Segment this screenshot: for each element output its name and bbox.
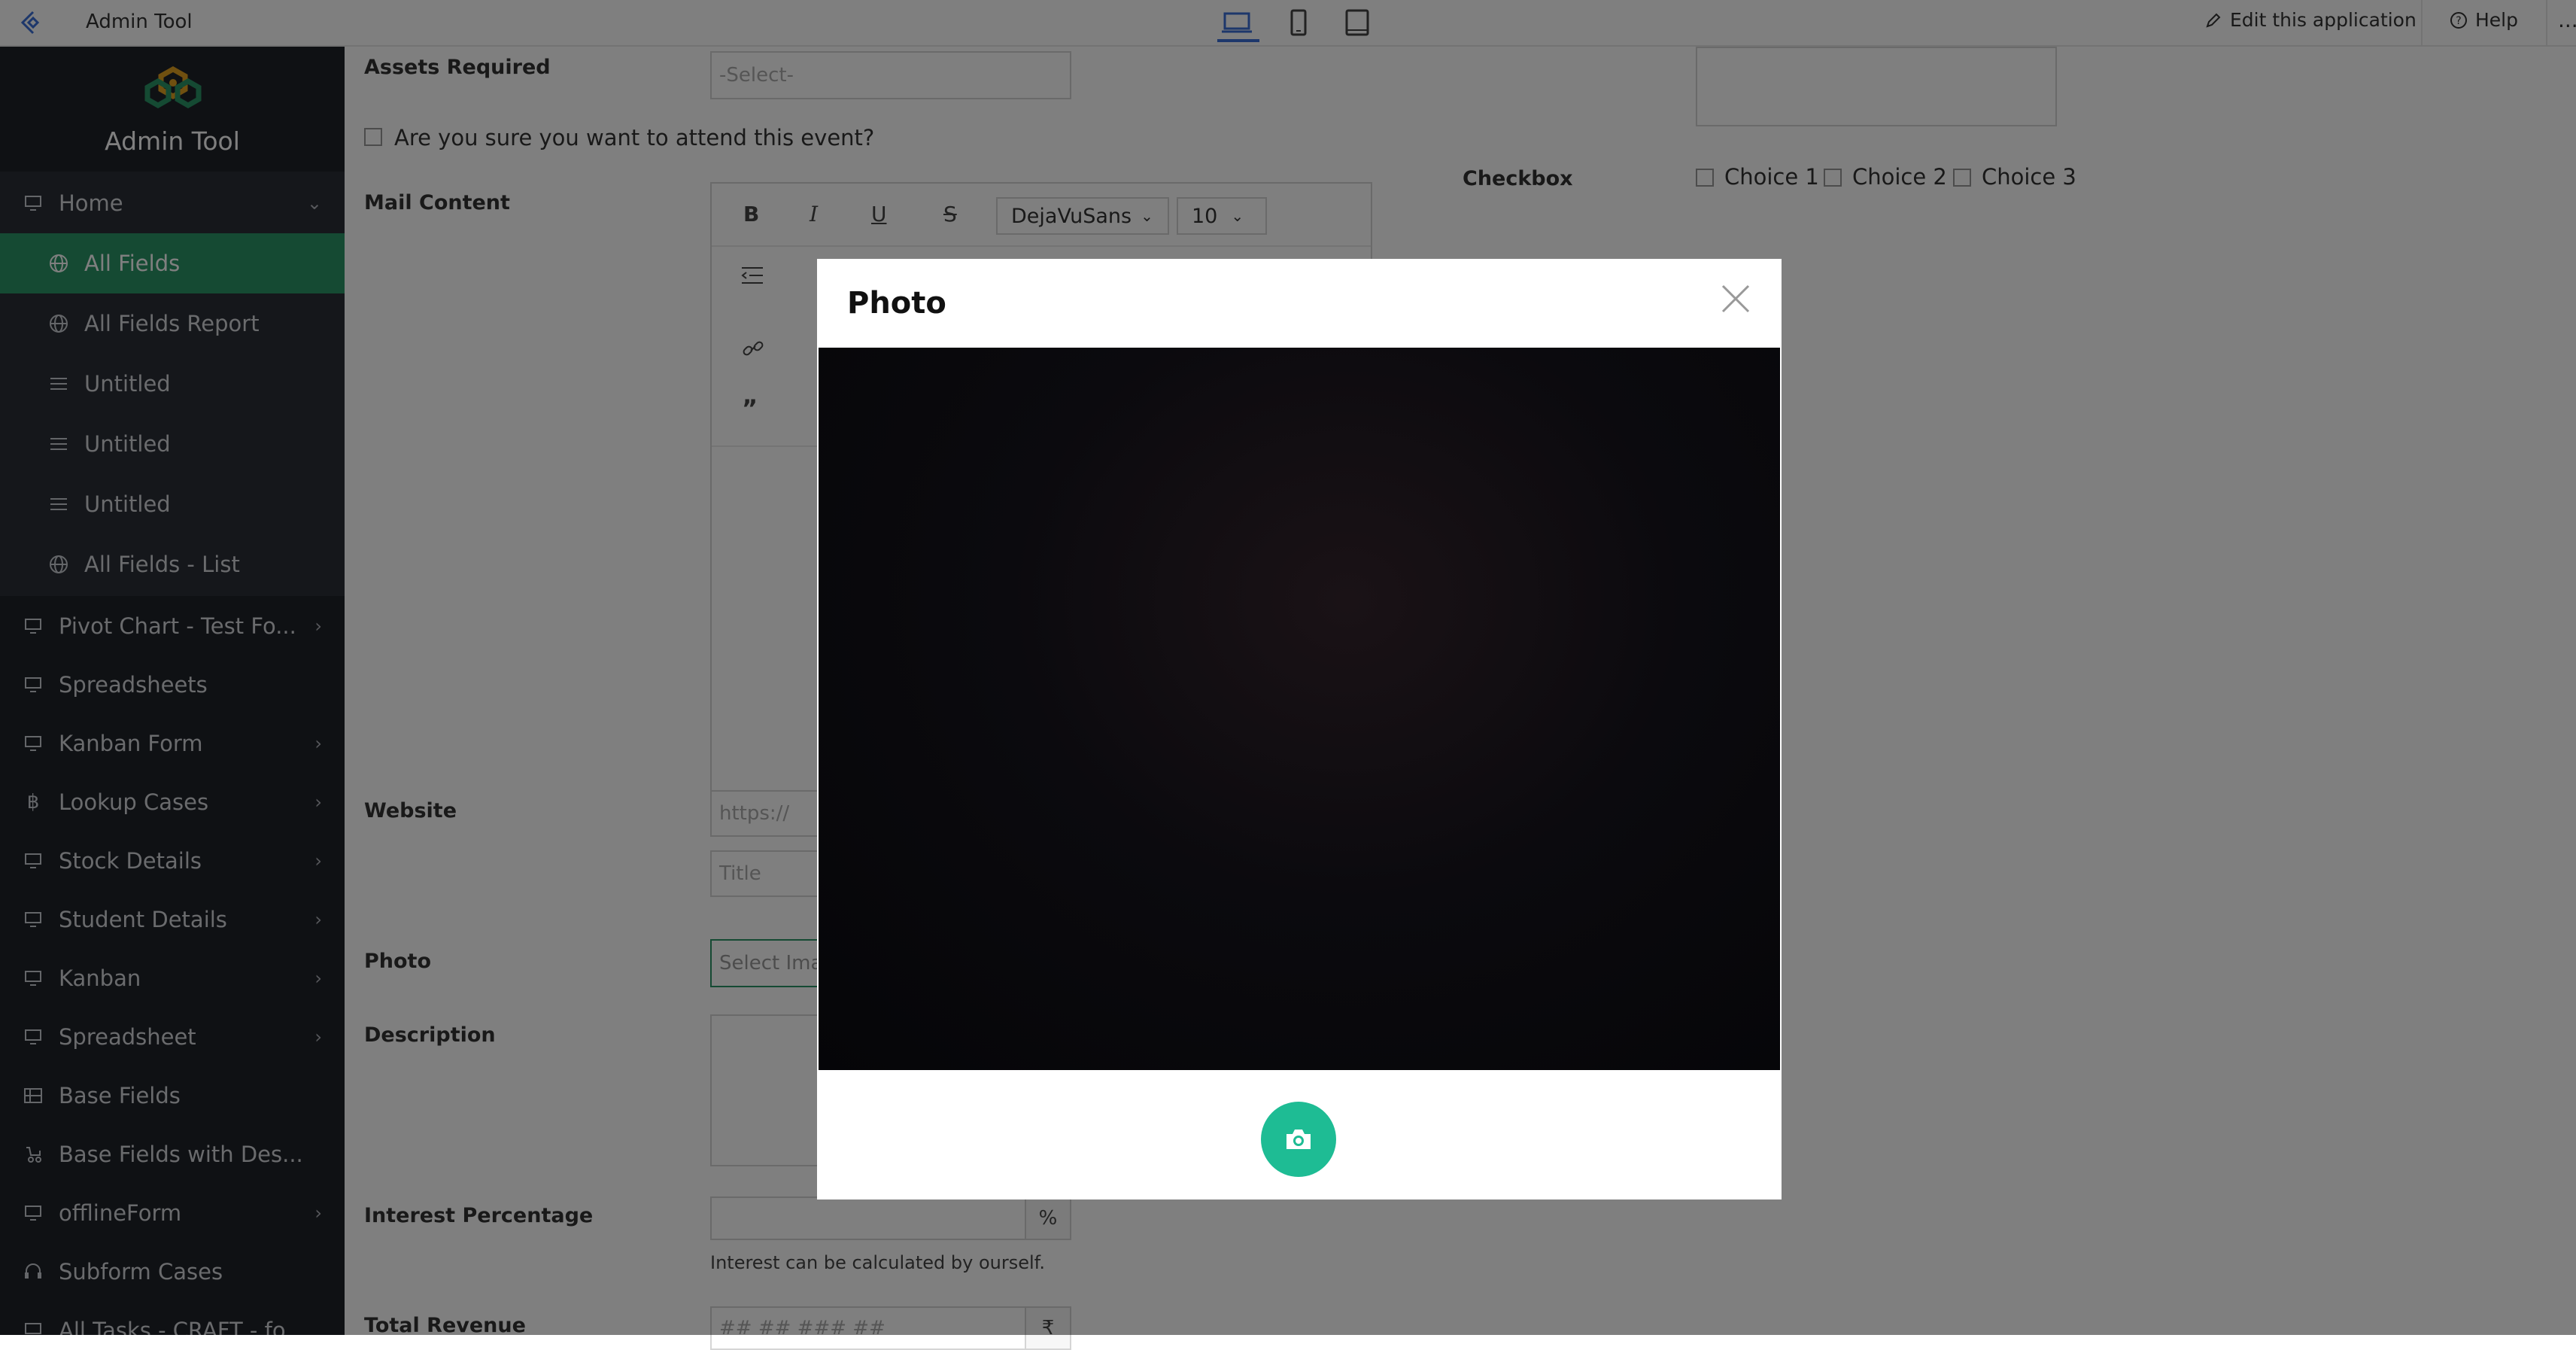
capture-photo-button[interactable] (1261, 1102, 1336, 1177)
camera-preview (819, 348, 1780, 1070)
close-icon[interactable] (1718, 281, 1753, 316)
camera-icon (1286, 1130, 1311, 1149)
modal-title: Photo (847, 286, 946, 321)
photo-capture-modal: Photo (817, 259, 1782, 1199)
